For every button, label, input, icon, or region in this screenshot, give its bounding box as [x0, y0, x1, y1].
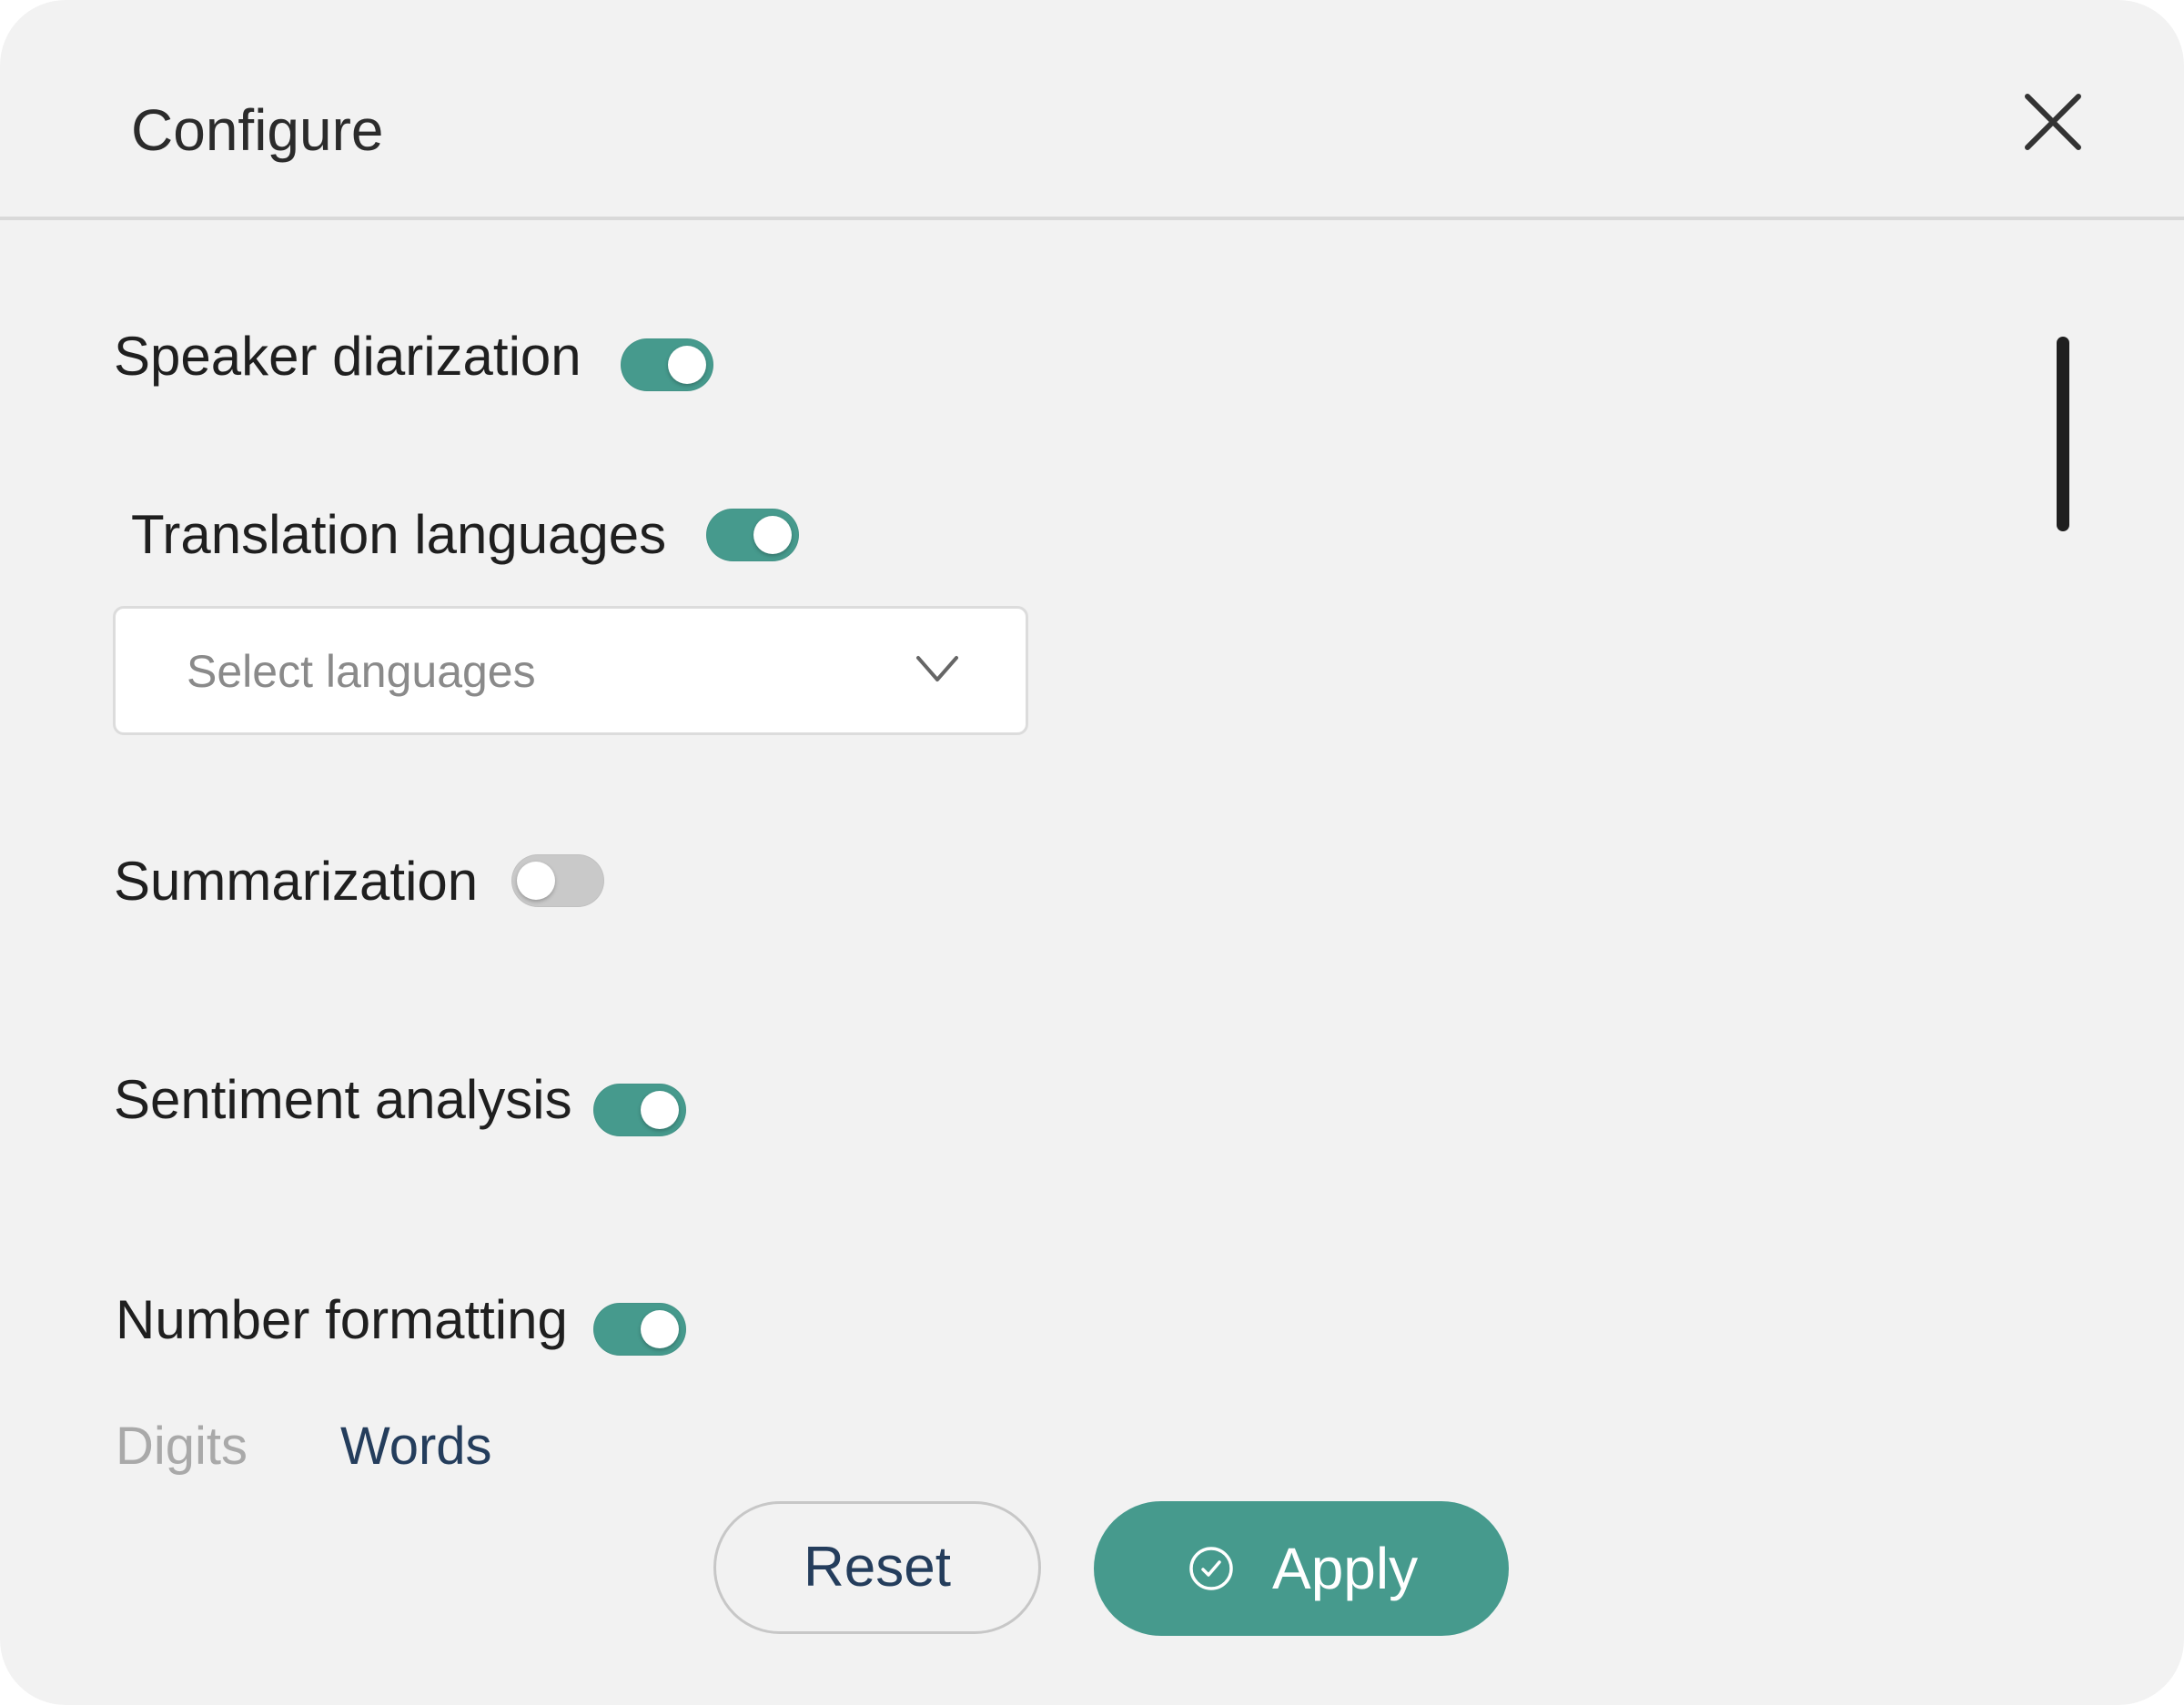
- toggle-knob: [517, 862, 555, 900]
- sentiment-analysis-label: Sentiment analysis: [114, 1069, 572, 1130]
- chevron-down-icon: [915, 651, 960, 687]
- number-format-option-words[interactable]: Words: [340, 1412, 492, 1481]
- number-formatting-toggle[interactable]: [593, 1303, 686, 1356]
- summarization-toggle[interactable]: [511, 854, 604, 907]
- scrollbar-thumb[interactable]: [2057, 337, 2069, 531]
- dialog-title: Configure: [131, 97, 384, 163]
- dialog-header: Configure: [0, 0, 2184, 220]
- number-format-option-digits[interactable]: Digits: [116, 1412, 248, 1481]
- check-circle-icon: [1188, 1546, 1234, 1591]
- language-select[interactable]: Select languages: [113, 606, 1028, 735]
- speaker-diarization-toggle[interactable]: [621, 338, 713, 391]
- toggle-knob: [641, 1310, 679, 1348]
- close-icon: [2025, 94, 2081, 150]
- speaker-diarization-label: Speaker diarization: [114, 326, 581, 387]
- apply-button[interactable]: Apply: [1094, 1501, 1509, 1636]
- reset-button[interactable]: Reset: [713, 1501, 1041, 1634]
- apply-label: Apply: [1272, 1536, 1419, 1601]
- sentiment-analysis-toggle[interactable]: [593, 1084, 686, 1136]
- toggle-knob: [641, 1091, 679, 1129]
- summarization-label: Summarization: [114, 851, 479, 912]
- toggle-knob: [668, 346, 706, 384]
- configure-dialog: Configure Speaker diarization Translatio…: [0, 0, 2184, 1705]
- translation-languages-label: Translation languages: [131, 504, 667, 565]
- close-button[interactable]: [2018, 87, 2088, 156]
- translation-languages-toggle[interactable]: [706, 509, 799, 561]
- language-select-placeholder: Select languages: [187, 646, 536, 697]
- toggle-knob: [753, 516, 792, 554]
- number-formatting-label: Number formatting: [116, 1289, 568, 1350]
